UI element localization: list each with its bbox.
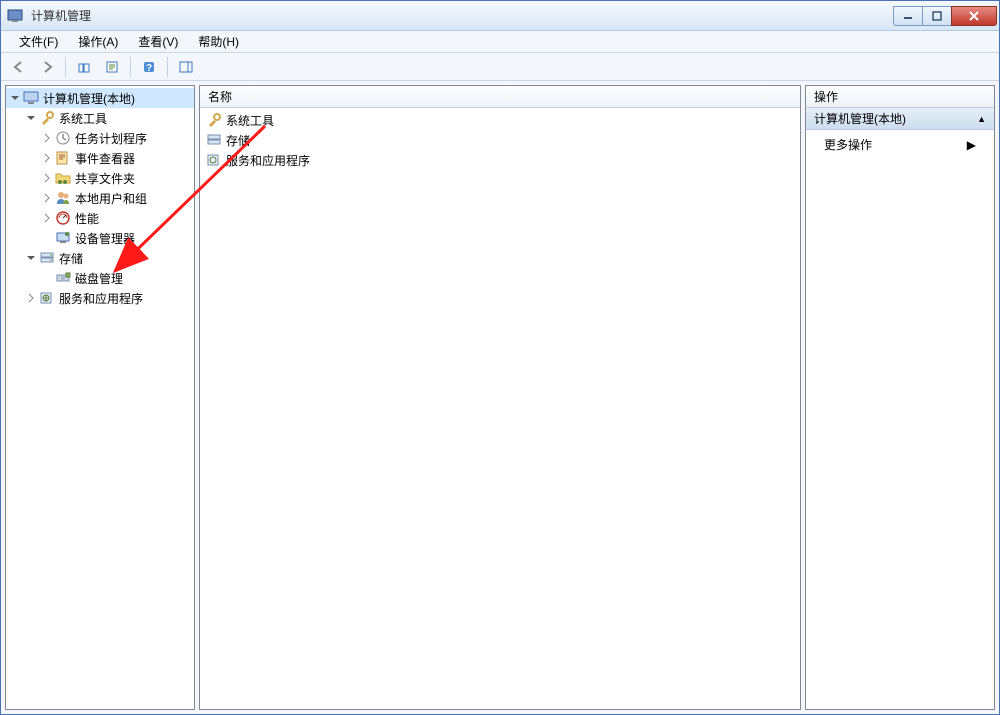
tree-label: 服务和应用程序: [59, 290, 143, 307]
column-label: 名称: [208, 88, 232, 105]
tree-event-viewer[interactable]: 事件查看器: [6, 148, 194, 168]
device-manager-icon: [55, 230, 71, 246]
expander-collapse-icon[interactable]: [8, 91, 22, 105]
tree-label: 系统工具: [59, 110, 107, 127]
actions-section-title: 计算机管理(本地): [814, 110, 906, 127]
nav-back-button[interactable]: [7, 56, 31, 78]
expander-collapse-icon[interactable]: [24, 251, 38, 265]
tree-label: 事件查看器: [75, 150, 135, 167]
maximize-button[interactable]: [922, 6, 952, 26]
list-item-label: 存储: [226, 132, 250, 149]
list-pane: 名称 系统工具 存储: [199, 85, 801, 710]
performance-icon: [55, 210, 71, 226]
tree-local-users-groups[interactable]: 本地用户和组: [6, 188, 194, 208]
chevron-right-icon: ▶: [967, 138, 976, 152]
tree-label: 设备管理器: [75, 230, 135, 247]
tree-pane: 计算机管理(本地) 系统工具: [5, 85, 195, 710]
list-item-storage[interactable]: 存储: [200, 130, 800, 150]
tree-task-scheduler[interactable]: 任务计划程序: [6, 128, 194, 148]
close-button[interactable]: [951, 6, 997, 26]
tree-disk-management[interactable]: 磁盘管理: [6, 268, 194, 288]
list-item-label: 服务和应用程序: [226, 152, 310, 169]
properties-button[interactable]: [100, 56, 124, 78]
actions-pane-title: 操作: [814, 88, 838, 105]
show-hide-pane-button[interactable]: [174, 56, 198, 78]
help-button[interactable]: ?: [137, 56, 161, 78]
tree-device-manager[interactable]: 设备管理器: [6, 228, 194, 248]
tree-shared-folders[interactable]: 共享文件夹: [6, 168, 194, 188]
services-icon: [39, 290, 55, 306]
storage-icon: [206, 132, 222, 148]
toolbar: ?: [1, 53, 999, 81]
computer-icon: [23, 90, 39, 106]
titlebar[interactable]: 计算机管理: [1, 1, 999, 31]
storage-icon: [39, 250, 55, 266]
expander-collapse-icon[interactable]: [24, 111, 38, 125]
list-item-system-tools[interactable]: 系统工具: [200, 110, 800, 130]
tree-storage[interactable]: 存储: [6, 248, 194, 268]
window-frame: 计算机管理 文件(F) 操作(A) 查看(V) 帮助(H): [0, 0, 1000, 715]
app-icon: [7, 8, 23, 24]
tree-system-tools[interactable]: 系统工具: [6, 108, 194, 128]
expander-expand-icon[interactable]: [24, 291, 38, 305]
tree-label: 本地用户和组: [75, 190, 147, 207]
tree-label: 性能: [75, 210, 99, 227]
menubar: 文件(F) 操作(A) 查看(V) 帮助(H): [1, 31, 999, 53]
list-item-label: 系统工具: [226, 112, 274, 129]
svg-text:?: ?: [146, 63, 152, 74]
disk-icon: [55, 270, 71, 286]
tree-root-computer-management[interactable]: 计算机管理(本地): [6, 88, 194, 108]
users-icon: [55, 190, 71, 206]
minimize-button[interactable]: [893, 6, 923, 26]
chevron-up-icon: ▲: [977, 114, 986, 124]
actions-pane: 操作 计算机管理(本地) ▲ 更多操作 ▶: [805, 85, 995, 710]
list-body[interactable]: 系统工具 存储 服务和应用程序: [200, 108, 800, 709]
menu-action[interactable]: 操作(A): [68, 31, 128, 52]
tree-label: 共享文件夹: [75, 170, 135, 187]
clock-icon: [55, 130, 71, 146]
tree-performance[interactable]: 性能: [6, 208, 194, 228]
actions-pane-header: 操作: [806, 86, 994, 108]
tools-icon: [206, 112, 222, 128]
navigation-tree[interactable]: 计算机管理(本地) 系统工具: [6, 86, 194, 709]
services-icon: [206, 152, 222, 168]
nav-forward-button[interactable]: [35, 56, 59, 78]
actions-section-header[interactable]: 计算机管理(本地) ▲: [806, 108, 994, 130]
tools-icon: [39, 110, 55, 126]
list-column-header-name[interactable]: 名称: [200, 86, 800, 108]
list-item-services-apps[interactable]: 服务和应用程序: [200, 150, 800, 170]
shared-folder-icon: [55, 170, 71, 186]
expander-expand-icon[interactable]: [40, 131, 54, 145]
tree-label: 存储: [59, 250, 83, 267]
action-more-ops[interactable]: 更多操作 ▶: [806, 130, 994, 159]
menu-help[interactable]: 帮助(H): [188, 31, 249, 52]
action-item-label: 更多操作: [824, 136, 872, 153]
expander-expand-icon[interactable]: [40, 191, 54, 205]
tree-label: 磁盘管理: [75, 270, 123, 287]
menu-view[interactable]: 查看(V): [128, 31, 188, 52]
menu-file[interactable]: 文件(F): [9, 31, 68, 52]
expander-expand-icon[interactable]: [40, 151, 54, 165]
up-level-button[interactable]: [72, 56, 96, 78]
window-title: 计算机管理: [31, 7, 91, 24]
tree-label: 任务计划程序: [75, 130, 147, 147]
tree-services-apps[interactable]: 服务和应用程序: [6, 288, 194, 308]
content-area: 计算机管理(本地) 系统工具: [1, 81, 999, 714]
expander-expand-icon[interactable]: [40, 211, 54, 225]
expander-expand-icon[interactable]: [40, 171, 54, 185]
event-log-icon: [55, 150, 71, 166]
tree-label: 计算机管理(本地): [43, 90, 135, 107]
